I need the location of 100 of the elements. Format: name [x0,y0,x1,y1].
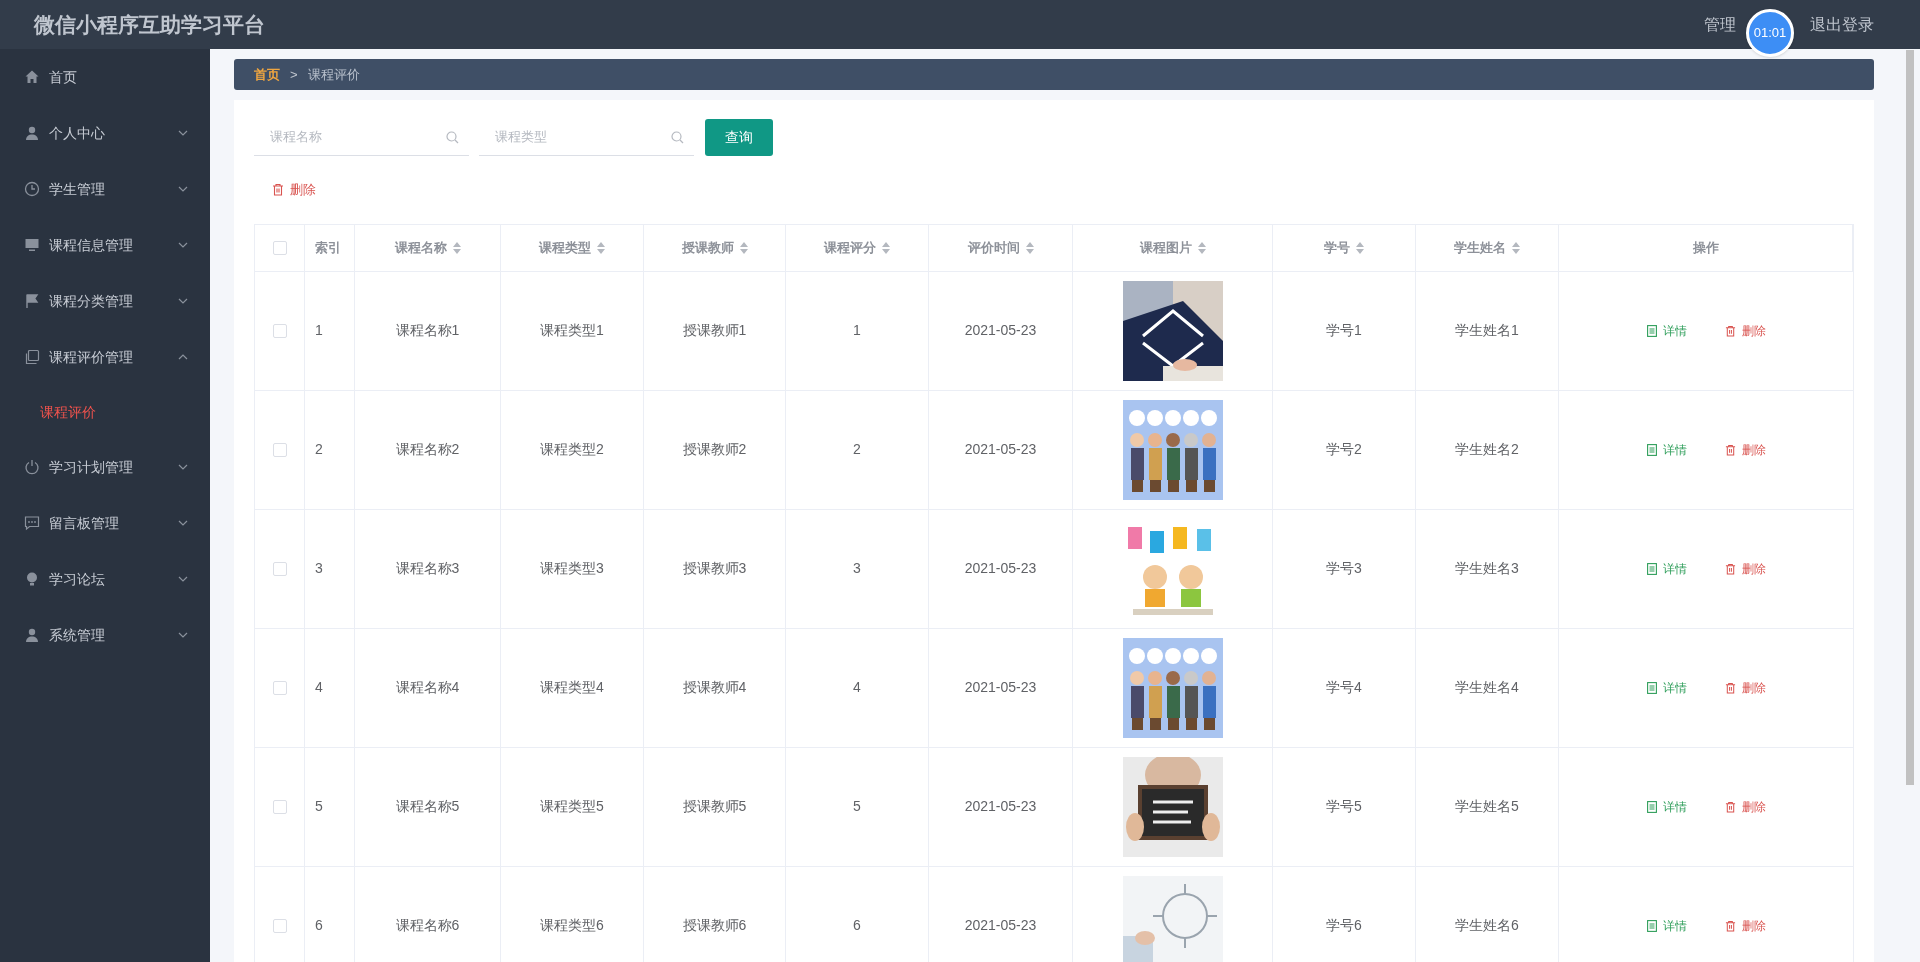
table-cell-text: 学号3 [1326,559,1362,578]
sidebar-item[interactable]: 个人中心 [0,105,210,161]
lightbulb-icon [24,571,40,587]
table-cell-text: 课程名称6 [395,916,460,935]
column-header[interactable]: 索引 [315,237,341,258]
sort-icon[interactable] [1356,241,1364,254]
checkbox[interactable] [272,799,287,814]
column-header[interactable]: 操作 [1692,237,1719,258]
power-icon [24,459,40,475]
sidebar-item[interactable]: 留言板管理 [0,495,210,551]
trash-icon [272,183,284,197]
sidebar-item[interactable]: 学习计划管理 [0,439,210,495]
column-header[interactable]: 课程类型 [539,237,591,258]
table-cell-text: 学生姓名3 [1455,559,1519,578]
user-icon [24,627,40,643]
table-row[interactable]: 3 课程名称3 课程类型3 授课教师3 3 2021-05-23 学号3 学生姓名3 详情 删除 [255,509,1853,629]
user-icon [24,125,40,141]
column-header[interactable]: 学号 [1324,237,1350,258]
column-header[interactable]: 评价时间 [967,237,1020,258]
copy-icon [24,349,40,365]
table-cell-text: 课程名称5 [395,797,460,816]
table-cell-text: 课程类型6 [540,916,604,935]
table-cell-text: 学生姓名6 [1455,916,1519,935]
table-row[interactable]: 4 课程名称4 课程类型4 授课教师4 4 2021-05-23 学号4 学生姓名4 详情 删除 [255,628,1853,748]
chat-icon [24,515,40,531]
search-icon [446,131,459,144]
column-header[interactable]: 授课教师 [681,237,734,258]
table-cell-text: 学生姓名2 [1455,440,1519,459]
trash-icon [1724,681,1736,694]
sidebar-subitem[interactable]: 课程评价 [0,385,210,439]
table-cell-text: 4 [315,678,323,697]
column-header[interactable]: 课程名称 [394,237,447,258]
table-row[interactable]: 2 课程名称2 课程类型2 授课教师2 2 2021-05-23 学号2 学生姓名2 详情 删除 [255,390,1853,510]
table-cell-text: 1 [853,321,861,340]
table-cell-text: 学号2 [1326,440,1362,459]
trash-icon [1724,443,1736,456]
checkbox[interactable] [272,442,287,457]
sidebar-item[interactable]: 学习论坛 [0,551,210,607]
document-icon [1646,800,1657,813]
checkbox[interactable] [272,680,287,695]
sort-icon[interactable] [739,241,748,254]
table-cell-text: 学号5 [1326,797,1362,816]
table-cell-text: 5 [315,797,323,816]
logout-link[interactable]: 退出登录 [1810,12,1874,37]
breadcrumb-link[interactable]: 首页 [254,64,280,85]
table-cell-text: 2021-05-23 [964,321,1037,340]
sort-icon[interactable] [597,241,605,254]
document-icon [1646,919,1657,932]
sort-icon[interactable] [1512,241,1520,254]
sidebar-item[interactable]: 课程信息管理 [0,217,210,273]
search-field[interactable]: 课程类型 [479,118,694,156]
table-cell-text: 学号6 [1326,916,1362,935]
table-cell-text: 2021-05-23 [964,916,1037,935]
trash-icon [1724,324,1736,337]
sidebar-item[interactable]: 课程评价管理 [0,329,210,385]
delete-button[interactable]: 删除 [272,180,316,200]
column-header[interactable]: 课程评分 [824,237,876,258]
column-header[interactable]: 课程图片 [1139,237,1192,258]
table-cell-text: 2 [853,440,861,459]
sort-icon[interactable] [1025,241,1034,254]
table-cell-text: 学生姓名5 [1455,797,1519,816]
sidebar-item[interactable]: 首页 [0,49,210,105]
table-cell-text: 课程名称3 [395,559,460,578]
document-icon [1646,443,1657,456]
table-cell-text: 2021-05-23 [964,559,1037,578]
table-cell-text: 学号4 [1326,678,1362,697]
table-cell-text: 授课教师5 [682,797,747,816]
trash-icon [1724,919,1736,932]
sort-icon[interactable] [452,241,461,254]
clock-icon [24,181,40,197]
checkbox[interactable] [272,561,287,576]
table-cell-text: 课程类型4 [540,678,604,697]
table-cell-text: 2021-05-23 [964,678,1037,697]
search-field[interactable]: 课程名称 [254,118,469,156]
table-cell-text: 1 [315,321,323,340]
table-cell-text: 学生姓名4 [1455,678,1519,697]
table-cell-text: 课程名称4 [395,678,460,697]
column-header[interactable]: 学生姓名 [1454,237,1506,258]
table-cell-text: 课程名称1 [395,321,460,340]
checkbox[interactable] [272,918,287,933]
table-row[interactable]: 1 课程名称1 课程类型1 授课教师1 1 2021-05-23 学号1 学生姓名1 详情 删除 [255,271,1853,391]
table-cell-text: 授课教师3 [682,559,747,578]
breadcrumb-link[interactable]: 课程评价 [307,64,360,85]
sort-icon[interactable] [1197,241,1206,254]
flag-icon [24,293,40,309]
table-row[interactable]: 5 课程名称5 课程类型5 授课教师5 5 2021-05-23 学号5 学生姓名5 详情 删除 [255,747,1853,867]
app-title: 微信小程序互助学习平台 [34,11,265,38]
checkbox[interactable] [272,323,287,338]
table-cell-text: 2021-05-23 [964,797,1037,816]
sort-icon[interactable] [882,241,890,254]
checkbox[interactable] [272,240,287,255]
breadcrumb-separator: > [290,65,298,84]
table-cell-text: 3 [315,559,323,578]
table-cell-text: 授课教师4 [682,678,747,697]
sidebar-item[interactable]: 学生管理 [0,161,210,217]
document-icon [1646,681,1657,694]
sidebar-item[interactable]: 课程分类管理 [0,273,210,329]
query-button[interactable]: 查询 [705,118,773,156]
table-cell-text: 授课教师6 [682,916,747,935]
sidebar-item[interactable]: 系统管理 [0,607,210,663]
